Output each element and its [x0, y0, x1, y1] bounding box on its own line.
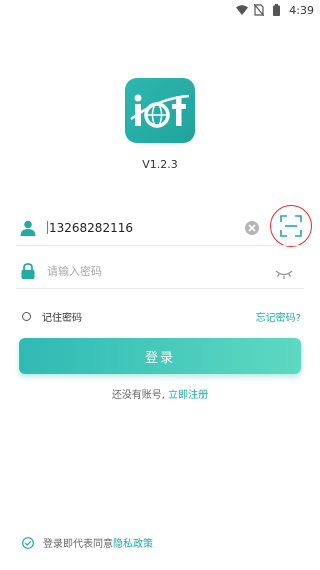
login-button[interactable]: 登录: [19, 338, 301, 374]
register-prompt-text: 还没有账号,: [111, 390, 169, 401]
phone-input-value: 13268282116: [49, 221, 133, 235]
scan-icon: [280, 215, 302, 237]
register-prompt: 还没有账号, 立即注册: [0, 386, 320, 401]
user-icon: [18, 218, 38, 238]
check-circle-icon[interactable]: [22, 536, 34, 549]
app-logo: [125, 78, 195, 143]
password-field-row: 请输入密码: [16, 254, 304, 288]
privacy-agreement: 登录即代表同意 隐私政策: [22, 535, 153, 550]
wifi-icon: [236, 4, 249, 16]
clear-icon[interactable]: [245, 221, 259, 235]
remember-label: 记住密码: [42, 313, 82, 324]
battery-icon: [270, 4, 282, 16]
remember-password-option[interactable]: 记住密码: [22, 309, 82, 324]
no-sim-icon: [253, 4, 265, 16]
forgot-password-link[interactable]: 忘记密码?: [256, 309, 301, 324]
lock-icon: [18, 261, 38, 281]
status-time: 4:39: [289, 3, 314, 17]
status-bar: 4:39: [0, 0, 320, 20]
phone-field-divider: [16, 245, 304, 246]
remember-radio[interactable]: [22, 312, 31, 321]
text-caret: [47, 221, 48, 234]
eye-closed-icon[interactable]: [274, 265, 294, 279]
phone-field-row: 13268282116: [16, 205, 312, 247]
scan-button[interactable]: [270, 205, 312, 247]
version-label: V1.2.3: [142, 158, 178, 171]
password-input[interactable]: 请输入密码: [47, 263, 304, 279]
privacy-prefix: 登录即代表同意: [43, 539, 113, 550]
login-screen: 4:39 V1.2.3 13268282116 请输入密码 记住密码 忘记密码?…: [0, 0, 320, 570]
privacy-policy-link[interactable]: 隐私政策: [113, 535, 153, 550]
phone-input[interactable]: 13268282116: [47, 221, 304, 235]
register-link[interactable]: 立即注册: [168, 390, 208, 401]
password-field-divider: [16, 288, 304, 289]
